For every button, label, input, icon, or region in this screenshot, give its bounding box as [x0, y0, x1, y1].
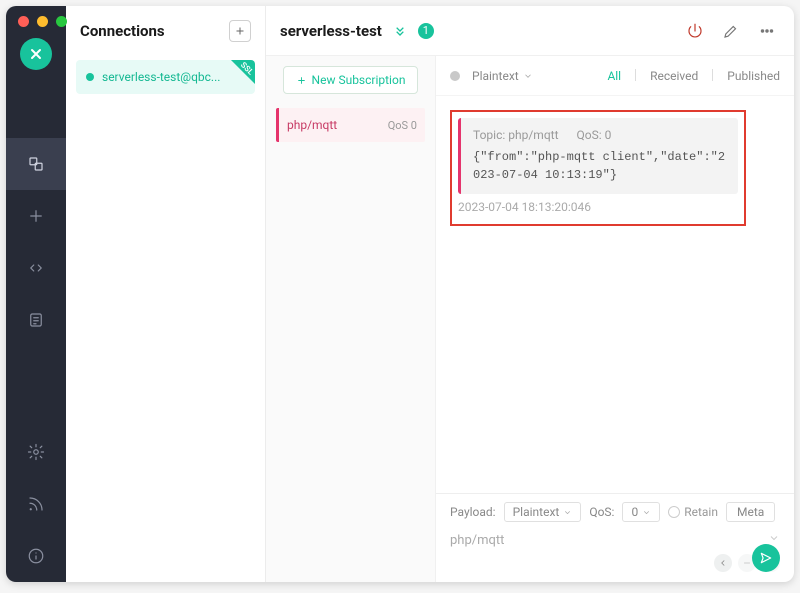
message-card: Topic: php/mqtt QoS: 0 {"from":"php-mqtt… [458, 118, 738, 194]
filter-published[interactable]: Published [727, 69, 780, 83]
format-select[interactable]: Plaintext [472, 69, 533, 83]
expand-chevron-icon[interactable] [392, 23, 408, 39]
nav-info-icon[interactable] [6, 530, 66, 582]
subscriptions-column: New Subscription php/mqtt QoS 0 [266, 56, 436, 582]
message-meta: Topic: php/mqtt QoS: 0 [473, 128, 726, 142]
main-area: serverless-test 1 New Subscription [266, 6, 794, 582]
content-row: New Subscription php/mqtt QoS 0 Plaintex… [266, 56, 794, 582]
connections-title: Connections [80, 22, 165, 40]
fullscreen-window-icon[interactable] [56, 16, 67, 27]
nav-log-icon[interactable] [6, 294, 66, 346]
payload-label: Payload: [450, 505, 496, 519]
top-bar: serverless-test 1 [266, 6, 794, 56]
filter-all[interactable]: All [607, 69, 621, 83]
messages-scroll[interactable]: Topic: php/mqtt QoS: 0 {"from":"php-mqtt… [436, 96, 794, 493]
app-window: Connections serverless-test@qbc... SSL s… [6, 6, 794, 582]
message-timestamp: 2023-07-04 18:13:20:046 [458, 200, 738, 214]
nav-rail [6, 6, 66, 582]
message-filter-bar: Plaintext All Received Published [436, 56, 794, 96]
format-label: Plaintext [472, 69, 519, 83]
nav-new-icon[interactable] [6, 190, 66, 242]
message-body: {"from":"php-mqtt client","date":"2023-0… [473, 148, 726, 184]
nav-connections-icon[interactable] [6, 138, 66, 190]
edit-button[interactable] [718, 18, 744, 44]
meta-button[interactable]: Meta [726, 502, 775, 522]
composer: Payload: Plaintext QoS: 0 Retain [436, 493, 794, 582]
highlight-annotation: Topic: php/mqtt QoS: 0 {"from":"php-mqtt… [450, 110, 746, 226]
minimize-window-icon[interactable] [37, 16, 48, 27]
subscription-item[interactable]: php/mqtt QoS 0 [276, 108, 425, 142]
connections-panel: Connections serverless-test@qbc... SSL [66, 6, 266, 582]
app-logo-icon [20, 38, 52, 70]
page-title: serverless-test [280, 22, 382, 40]
nav-settings-icon[interactable] [6, 426, 66, 478]
subscription-qos: QoS 0 [388, 119, 417, 132]
connections-header: Connections [66, 6, 265, 56]
close-window-icon[interactable] [18, 16, 29, 27]
new-subscription-label: New Subscription [312, 73, 406, 87]
nav-feed-icon[interactable] [6, 478, 66, 530]
send-button[interactable] [752, 544, 780, 572]
message-count-badge: 1 [418, 23, 434, 39]
connection-item[interactable]: serverless-test@qbc... SSL [76, 60, 255, 94]
qos-select[interactable]: 0 [622, 502, 660, 522]
ssl-badge: SSL [221, 60, 255, 94]
nav-script-icon[interactable] [6, 242, 66, 294]
add-connection-button[interactable] [229, 20, 251, 42]
messages-column: Plaintext All Received Published [436, 56, 794, 582]
radio-icon [668, 506, 680, 518]
composer-topic-input[interactable]: php/mqtt [450, 532, 780, 548]
filter-tabs: All Received Published [607, 69, 780, 83]
more-menu-button[interactable] [754, 18, 780, 44]
history-prev-button[interactable] [714, 554, 732, 572]
filter-received[interactable]: Received [650, 69, 698, 83]
status-indicator-icon [450, 71, 460, 81]
status-dot-icon [86, 73, 94, 81]
retain-toggle[interactable]: Retain [668, 505, 718, 519]
qos-label: QoS: [589, 505, 614, 519]
window-traffic-lights [18, 16, 67, 27]
new-subscription-button[interactable]: New Subscription [283, 66, 419, 94]
power-disconnect-button[interactable] [682, 18, 708, 44]
connection-name: serverless-test@qbc... [102, 70, 220, 84]
history-pager [450, 554, 780, 572]
payload-format-select[interactable]: Plaintext [504, 502, 582, 522]
subscription-topic: php/mqtt [287, 118, 337, 132]
